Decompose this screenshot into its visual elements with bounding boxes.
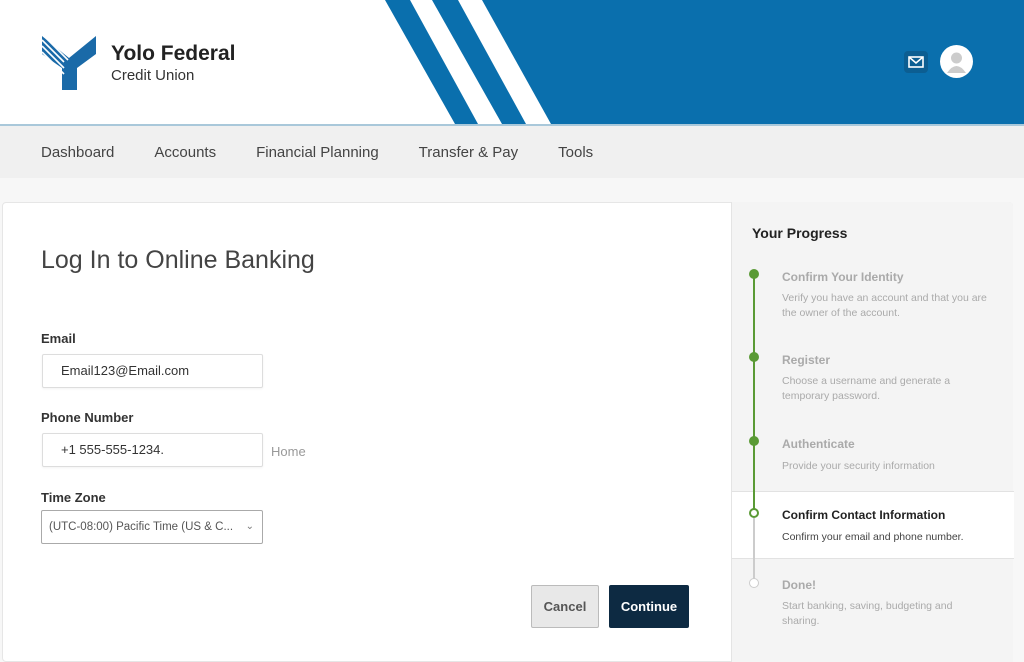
step-desc: Verify you have an account and that you … <box>782 292 987 319</box>
timezone-label: Time Zone <box>41 490 106 505</box>
logo-icon <box>42 36 96 90</box>
step-desc: Choose a username and generate a tempora… <box>782 375 951 402</box>
mail-icon <box>908 56 924 68</box>
progress-panel: Your Progress Confirm Your Identity Veri… <box>731 202 1014 662</box>
step-current-icon <box>749 508 759 518</box>
timezone-select[interactable]: (UTC-08:00) Pacific Time (US & C... ⌄ <box>41 510 263 544</box>
step-desc: Confirm your email and phone number. <box>782 531 964 543</box>
phone-type: Home <box>271 444 306 459</box>
step-complete-icon <box>749 269 759 279</box>
continue-button[interactable]: Continue <box>609 585 689 628</box>
main-nav: Dashboard Accounts Financial Planning Tr… <box>0 124 1024 178</box>
step-complete-icon <box>749 352 759 362</box>
phone-label: Phone Number <box>41 410 134 425</box>
page-title: Log In to Online Banking <box>41 246 315 274</box>
step-title: Authenticate <box>782 437 855 451</box>
header: Yolo Federal Credit Union <box>0 0 1024 124</box>
step-title: Register <box>782 353 831 367</box>
step-title: Confirm Your Identity <box>782 270 904 284</box>
progress-line-pending <box>753 518 755 583</box>
mail-button[interactable] <box>904 51 928 73</box>
phone-field[interactable]: +1 555-555-1234. <box>42 433 263 467</box>
nav-accounts[interactable]: Accounts <box>154 144 216 161</box>
step-complete-icon <box>749 436 759 446</box>
brand-subtitle: Credit Union <box>111 67 195 84</box>
avatar[interactable] <box>940 45 973 78</box>
nav-dashboard[interactable]: Dashboard <box>41 144 114 161</box>
email-field[interactable]: Email123@Email.com <box>42 354 263 388</box>
nav-transfer-pay[interactable]: Transfer & Pay <box>419 144 518 161</box>
email-label: Email <box>41 331 76 346</box>
step-title: Confirm Contact Information <box>782 508 946 522</box>
brand-name: Yolo Federal <box>111 42 236 65</box>
current-step-highlight <box>732 491 1014 559</box>
cancel-button[interactable]: Cancel <box>531 585 599 628</box>
nav-tools[interactable]: Tools <box>558 144 593 161</box>
step-title: Done! <box>782 578 816 592</box>
user-icon <box>947 52 966 73</box>
timezone-value: (UTC-08:00) Pacific Time (US & C... <box>49 521 234 533</box>
nav-financial-planning[interactable]: Financial Planning <box>256 144 379 161</box>
step-desc: Start banking, saving, budgeting and sha… <box>782 600 953 627</box>
progress-line-complete <box>753 274 755 513</box>
step-desc: Provide your security information <box>782 460 935 472</box>
chevron-down-icon: ⌄ <box>245 521 254 532</box>
progress-title: Your Progress <box>752 225 848 241</box>
step-pending-icon <box>749 578 759 588</box>
